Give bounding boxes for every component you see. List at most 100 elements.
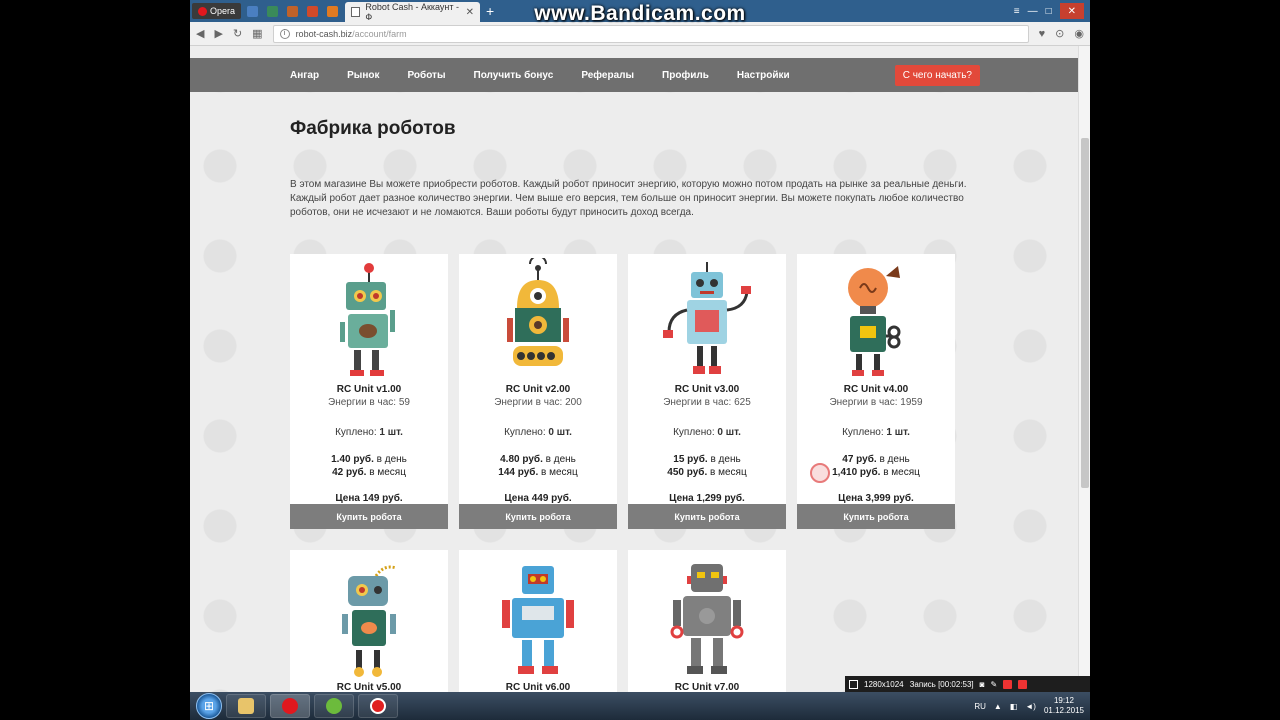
start-button[interactable]: ⊞ [196,693,222,719]
robot-image [628,254,786,384]
robot-image [459,550,617,682]
robot-illustration [342,565,397,677]
camera-icon[interactable]: ◙ [980,680,985,689]
account-icon[interactable]: ◉ [1074,27,1084,40]
nav-robots[interactable]: Роботы [407,70,445,81]
browser-window: Opera Robot Cash - Аккаунт - Ф ✕ + ≡ — □… [190,0,1090,692]
robot-name: RC Unit v4.00 [843,384,909,395]
stop-record-icon[interactable] [1018,679,1028,689]
url-domain: robot-cash.biz [295,28,353,39]
bought-count: 0 шт. [717,427,741,438]
nav-referrals[interactable]: Рефералы [581,70,634,81]
bandicam-watermark: www.Bandicam.com [534,2,746,25]
bought-count: 0 шт. [548,427,572,438]
robot-illustration [507,258,569,366]
record-icon [370,698,386,714]
buy-robot-button[interactable]: Купить робота [797,504,955,529]
day-income-value: 4.80 руб. [500,454,543,465]
month-income-value: 1,410 руб. [832,467,881,478]
robot-card: RC Unit v5.00 [290,550,448,692]
robot-illustration [670,564,744,674]
nav-profile[interactable]: Профиль [662,70,709,81]
robot-image [290,254,448,384]
day-income-value: 47 руб. [842,454,877,465]
robot-name: RC Unit v7.00 [674,682,740,692]
buy-robot-button[interactable]: Купить робота [290,504,448,529]
download-icon[interactable]: ⊙ [1055,27,1064,40]
clock-time: 19:12 [1053,696,1074,705]
robot-bought: Куплено: 0 шт. [628,427,786,438]
month-income-value: 450 руб. [667,467,708,478]
nav-hangar[interactable]: Ангар [290,70,319,81]
pause-record-icon[interactable] [1003,679,1013,689]
day-income-label: в день [710,454,741,465]
month-income-label: в месяц [369,467,406,478]
month-income-label: в месяц [883,467,920,478]
site-info-icon[interactable]: i [279,28,290,39]
utorrent-icon [326,698,342,714]
day-income-value: 1.40 руб. [331,454,374,465]
nav-bonus[interactable]: Получить бонус [474,70,554,81]
robot-income: 15 руб. в день 450 руб. в месяц [628,453,786,479]
robot-name: RC Unit v2.00 [505,384,571,395]
taskbar-opera[interactable] [270,694,310,718]
page-title: Фабрика роботов [290,118,456,139]
network-icon[interactable]: ◧ [1010,702,1018,711]
page-content: Ангар Рынок Роботы Получить бонус Рефера… [190,46,1078,692]
taskbar-explorer[interactable] [226,694,266,718]
robot-image [459,254,617,384]
clock[interactable]: 19:12 01.12.2015 [1044,696,1084,716]
robot-name: RC Unit v5.00 [336,682,402,692]
system-tray: RU ▲ ◧ ◄) 19:12 01.12.2015 [974,696,1090,716]
recorder-bar: 1280x1024 Запись [00:02:53] ◙ ✎ [845,676,1090,692]
forward-icon[interactable]: ▶ [214,27,222,40]
month-income-label: в месяц [710,467,747,478]
volume-icon[interactable]: ◄) [1025,702,1036,711]
robot-bought: Куплено: 1 шт. [290,427,448,438]
tray-arrow-icon[interactable]: ▲ [994,702,1002,711]
day-income-label: в день [545,454,576,465]
robot-card: RC Unit v3.00 Энергии в час: 625 Куплено… [628,254,786,529]
robot-price: Цена 449 руб. [504,493,572,504]
robot-energy: Энергии в час: 1959 [829,397,923,408]
buy-robot-button[interactable]: Купить робота [459,504,617,529]
taskbar-bandicam[interactable] [358,694,398,718]
recorder-window-icon[interactable] [849,679,858,689]
page-scrollbar[interactable] [1078,46,1090,692]
robot-card: RC Unit v6.00 [459,550,617,692]
buy-robot-button[interactable]: Купить робота [628,504,786,529]
taskbar-utorrent[interactable] [314,694,354,718]
robot-name: RC Unit v3.00 [674,384,740,395]
day-income-label: в день [879,454,910,465]
clock-date: 01.12.2015 [1043,706,1084,715]
day-income-label: в день [376,454,407,465]
robot-image [797,254,955,384]
bought-label: Куплено: [504,427,546,438]
mouse-cursor-highlight [810,463,830,483]
robot-energy: Энергии в час: 200 [494,397,582,408]
bought-label: Куплено: [335,427,377,438]
getting-started-button[interactable]: С чего начать? [894,64,980,86]
folder-icon [238,698,254,714]
scrollbar-thumb[interactable] [1081,138,1089,488]
robot-card: RC Unit v7.00 [628,550,786,692]
nav-settings[interactable]: Настройки [737,70,790,81]
robot-illustration [340,263,395,376]
speed-dial-icon[interactable]: ▦ [252,27,262,40]
back-icon[interactable]: ◀ [196,27,204,40]
url-path: /account/farm [352,28,407,39]
recorder-status: Запись [00:02:53] [909,679,974,689]
reload-icon[interactable]: ↻ [233,27,242,40]
url-field[interactable]: i robot-cash.biz/account/farm [272,24,1029,43]
intro-text: В этом магазине Вы можете приобрести роб… [290,179,967,218]
language-indicator[interactable]: RU [974,702,986,711]
pencil-icon[interactable]: ✎ [991,680,998,689]
site-navbar: Ангар Рынок Роботы Получить бонус Рефера… [190,58,1078,92]
robot-illustration [848,266,901,376]
nav-market[interactable]: Рынок [347,70,379,81]
bookmark-heart-icon[interactable]: ♥ [1039,28,1046,40]
month-income-label: в месяц [541,467,578,478]
robot-bought: Куплено: 0 шт. [459,427,617,438]
screen: Opera Robot Cash - Аккаунт - Ф ✕ + ≡ — □… [0,0,1280,720]
robot-illustration [663,262,751,374]
